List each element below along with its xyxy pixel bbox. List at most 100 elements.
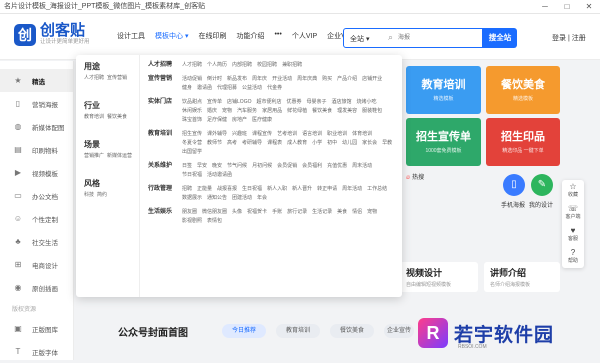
menu-link[interactable]: 兴趣班	[232, 130, 247, 139]
menu-link[interactable]: 宠物	[367, 208, 377, 217]
menu-link[interactable]: 情侣	[352, 208, 362, 217]
menu-link[interactable]: 通知公告	[207, 194, 227, 203]
menu-link[interactable]: 团建活动	[232, 194, 252, 203]
menu-link[interactable]: 活动促销	[182, 75, 202, 84]
banner-enrollment-print[interactable]: 招生印品 精选印品 一键下单	[486, 118, 560, 166]
menu-link[interactable]: 公益活动	[242, 84, 262, 93]
menu-link[interactable]: 医疗健康	[252, 116, 272, 125]
menu-link[interactable]: 开业活动	[272, 75, 292, 84]
float-client[interactable]: ☏ 客户端	[562, 202, 584, 224]
menu-group-title[interactable]: 实体门店	[148, 98, 182, 125]
menu-link[interactable]: 头像	[232, 208, 242, 217]
maximize-button[interactable]: □	[556, 0, 578, 14]
float-help[interactable]: ? 帮助	[562, 246, 584, 268]
menu-link[interactable]: 美食	[337, 208, 347, 217]
menu-link[interactable]: 倒计时	[207, 75, 222, 84]
menu-link[interactable]: 珠宝首饰	[182, 116, 202, 125]
menu-link[interactable]: 理发美容	[337, 107, 357, 116]
category-sub[interactable]: 教育培训	[84, 114, 104, 120]
category-sub[interactable]: 宣传营销	[107, 75, 127, 81]
banner-enrollment-flyer[interactable]: 招生宣传单 1000套免费模板	[406, 118, 481, 166]
menu-link[interactable]: 节气问候	[227, 162, 247, 171]
category-sub[interactable]: 新媒体运营	[107, 153, 132, 159]
menu-link[interactable]: 数据展示	[182, 194, 202, 203]
float-favorites[interactable]: ☆ 收藏	[562, 180, 584, 202]
minimize-button[interactable]: ─	[534, 0, 556, 14]
search-button[interactable]: 搜全站	[483, 28, 517, 48]
category-sub[interactable]: 科技	[84, 192, 94, 198]
menu-group-title[interactable]: 生活娱乐	[148, 208, 182, 226]
menu-link[interactable]: 餐饮美食	[312, 107, 332, 116]
menu-link[interactable]: 房地产	[232, 116, 247, 125]
menu-link[interactable]: 朋友圈	[182, 208, 197, 217]
menu-link[interactable]: 语言培训	[302, 130, 322, 139]
nav-more[interactable]: •••	[274, 31, 281, 41]
menu-link[interactable]: 幼儿园	[342, 139, 357, 148]
menu-link[interactable]: 会员促销	[277, 162, 297, 171]
category-sub[interactable]: 人才招聘	[84, 75, 104, 81]
menu-link[interactable]: 工作总结	[367, 185, 387, 194]
menu-link[interactable]: 早安	[197, 162, 207, 171]
sidebar-item-video[interactable]: ▶ 视频模板	[0, 161, 73, 184]
menu-link[interactable]: 服装鞋包	[362, 107, 382, 116]
menu-link[interactable]: 超市便利店	[256, 98, 281, 107]
menu-link[interactable]: 母婴亲子	[307, 98, 327, 107]
menu-link[interactable]: 新人晋升	[292, 185, 312, 194]
menu-link[interactable]: 产品介绍	[337, 75, 357, 84]
menu-link[interactable]: 晚安	[212, 162, 222, 171]
category-sub[interactable]: 营销推广	[84, 153, 104, 159]
menu-category-industry[interactable]: 行业 教育培训 餐饮美食	[84, 100, 139, 120]
menu-link[interactable]: 早教	[382, 139, 392, 148]
site-logo[interactable]: 创 创客贴 让设计更简单更好用	[14, 23, 90, 46]
menu-link[interactable]: 周年庆典	[297, 75, 317, 84]
menu-link[interactable]: 课程宣传	[252, 130, 272, 139]
menu-link[interactable]: 店铺开业	[362, 75, 382, 84]
menu-link[interactable]: 高考	[227, 139, 237, 148]
menu-link[interactable]: 年会	[257, 194, 267, 203]
menu-link[interactable]: 正能量	[197, 185, 212, 194]
sidebar-item-social[interactable]: ♣ 社交生活	[0, 230, 73, 253]
menu-link[interactable]: 冬夏令营	[182, 139, 202, 148]
menu-group-title[interactable]: 行政管理	[148, 185, 182, 203]
menu-link[interactable]: 饮品甜点	[182, 98, 202, 107]
sidebar-item-featured[interactable]: ★ 精选	[0, 69, 73, 92]
menu-link[interactable]: 招生宣传	[182, 130, 202, 139]
menu-link[interactable]: 酒店旅馆	[332, 98, 352, 107]
menu-link[interactable]: 新人入职	[267, 185, 287, 194]
search-scope-select[interactable]: 全站 ▾	[350, 34, 369, 44]
card-lecturer-intro[interactable]: 讲师介绍 名师介绍海报模板	[484, 262, 560, 292]
sidebar-item-print[interactable]: ▤ 印刷物料	[0, 138, 73, 161]
sidebar-item-custom[interactable]: ☺ 个性定制	[0, 207, 73, 230]
banner-food[interactable]: 餐饮美食 精选模板	[486, 66, 560, 114]
menu-link[interactable]: 休闲娱乐	[182, 107, 202, 116]
menu-group-title[interactable]: 人才招聘	[148, 61, 182, 70]
menu-link[interactable]: 职业培训	[327, 130, 347, 139]
sidebar-item-ecommerce[interactable]: ⊞ 电商设计	[0, 253, 73, 276]
menu-link[interactable]: 婚庆	[207, 107, 217, 116]
menu-link[interactable]: 初中	[327, 139, 337, 148]
menu-link[interactable]: 节日祝福	[182, 171, 202, 180]
close-button[interactable]: ✕	[578, 0, 600, 14]
menu-link[interactable]: 健身	[182, 84, 192, 93]
tab-education[interactable]: 教育培训	[276, 324, 320, 338]
nav-online-print[interactable]: 在线印刷	[198, 31, 226, 41]
nav-features[interactable]: 功能介绍	[236, 31, 264, 41]
menu-link[interactable]: 课程表	[267, 139, 282, 148]
menu-link[interactable]: 考研辅导	[242, 139, 262, 148]
menu-link[interactable]: 体育培训	[352, 130, 372, 139]
mobile-poster-button[interactable]: ▯	[503, 174, 525, 196]
tab-food[interactable]: 餐饮美食	[330, 324, 374, 338]
menu-link[interactable]: 充值优惠	[327, 162, 347, 171]
banner-education[interactable]: 教育培训 精选模板	[406, 66, 481, 114]
menu-link[interactable]: 内部招聘	[232, 61, 252, 70]
menu-link[interactable]: 招聘	[182, 185, 192, 194]
menu-link[interactable]: 宠物	[222, 107, 232, 116]
sidebar-item-illustration[interactable]: ◉ 原创插画	[0, 276, 73, 299]
menu-link[interactable]: 家长会	[362, 139, 377, 148]
menu-link[interactable]: 日签	[182, 162, 192, 171]
menu-link[interactable]: 足疗保健	[207, 116, 227, 125]
menu-link[interactable]: 代金券	[267, 84, 282, 93]
menu-link[interactable]: 课外辅导	[207, 130, 227, 139]
sidebar-item-new-media[interactable]: ◍ 新媒体配图	[0, 115, 73, 138]
menu-category-usage[interactable]: 用途 人才招聘 宣传营销	[84, 61, 139, 81]
